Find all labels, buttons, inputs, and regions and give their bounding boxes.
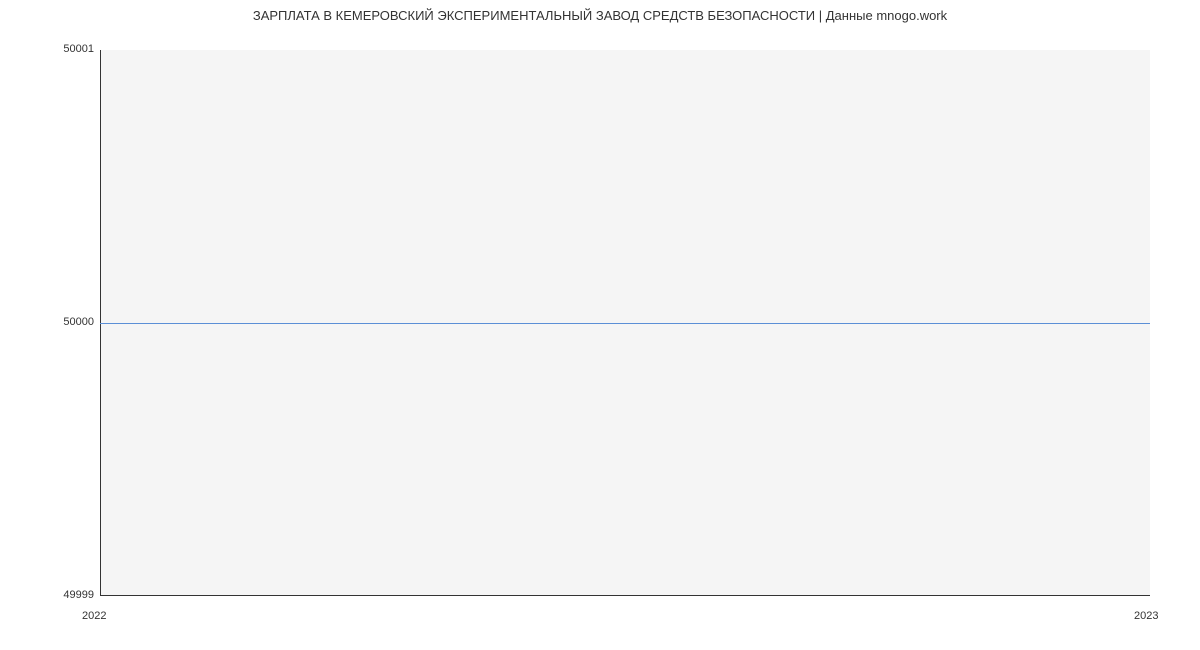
y-axis-tick: 50000 bbox=[34, 316, 94, 328]
x-axis-tick: 2022 bbox=[82, 610, 106, 622]
y-axis-tick: 49999 bbox=[34, 589, 94, 601]
y-axis-tick: 50001 bbox=[34, 43, 94, 55]
x-axis-tick: 2023 bbox=[1134, 610, 1158, 622]
chart-title: ЗАРПЛАТА В КЕМЕРОВСКИЙ ЭКСПЕРИМЕНТАЛЬНЫЙ… bbox=[0, 8, 1200, 23]
series-line bbox=[100, 323, 1150, 324]
